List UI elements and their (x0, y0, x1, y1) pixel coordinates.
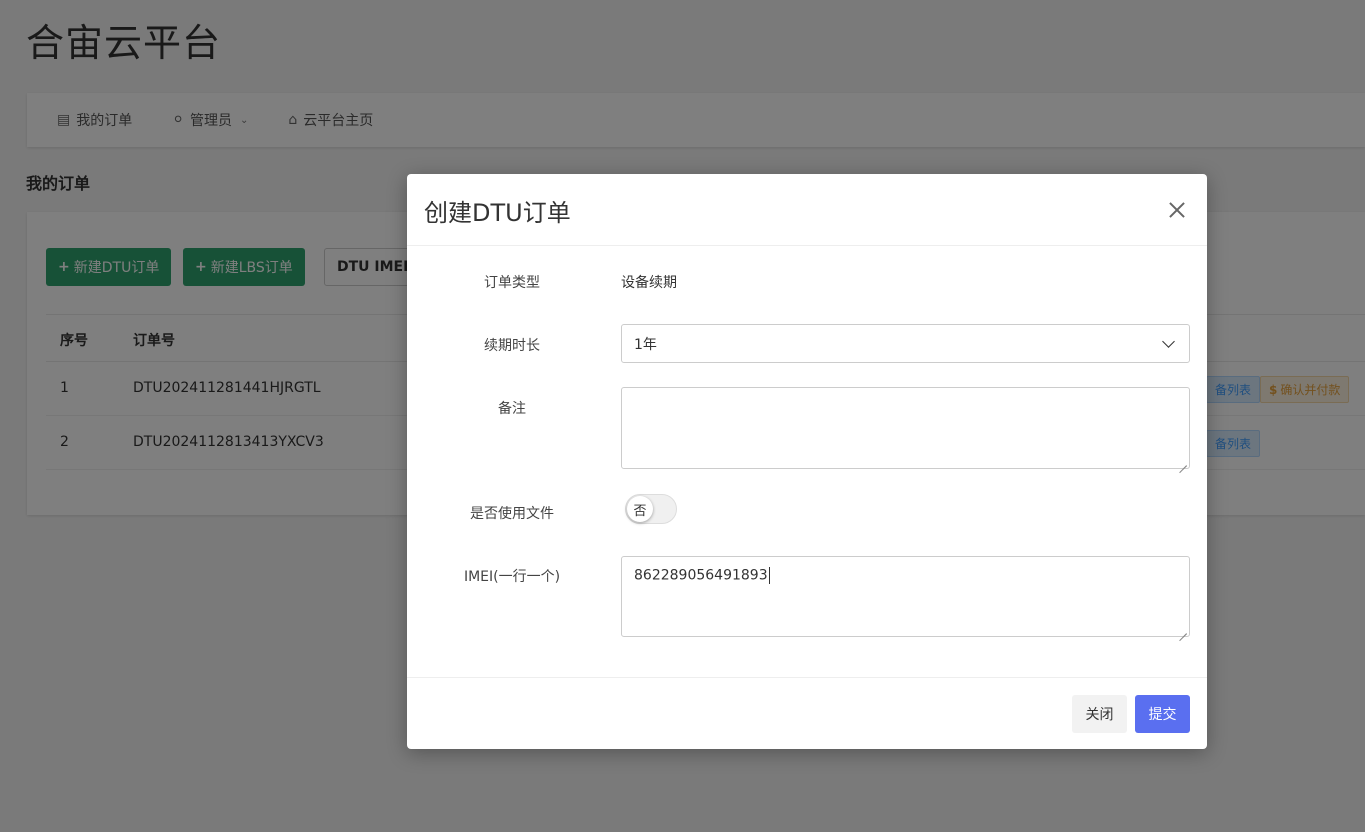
remark-label: 备注 (498, 401, 526, 417)
renew-duration-label: 续期时长 (484, 338, 540, 354)
text-cursor (768, 567, 770, 584)
chevron-down-icon (1162, 334, 1175, 348)
modal-footer: 关闭 提交 (407, 677, 1207, 749)
use-file-toggle[interactable]: 否 (625, 494, 677, 524)
use-file-label: 是否使用文件 (470, 506, 554, 522)
modal-header: 创建DTU订单 (407, 174, 1207, 246)
submit-button[interactable]: 提交 (1135, 695, 1190, 733)
create-dtu-order-modal: 创建DTU订单 订单类型 设备续期 续期时长 1年 备注 是否使用文件 否 IM… (407, 174, 1207, 749)
imei-label: IMEI(一行一个) (463, 569, 561, 585)
imei-textarea[interactable]: 862289056491893 (621, 556, 1190, 637)
close-icon[interactable] (1163, 196, 1191, 224)
order-type-label: 订单类型 (484, 275, 540, 291)
remark-textarea[interactable] (621, 387, 1190, 469)
resize-handle-icon[interactable] (1179, 458, 1187, 466)
renew-duration-select[interactable]: 1年 (621, 324, 1190, 363)
resize-handle-icon[interactable] (1179, 626, 1187, 634)
imei-value: 862289056491893 (634, 567, 768, 584)
selected-value: 1年 (634, 336, 657, 353)
order-type-value: 设备续期 (621, 275, 677, 291)
close-button[interactable]: 关闭 (1072, 695, 1127, 733)
toggle-knob: 否 (627, 496, 653, 522)
modal-title: 创建DTU订单 (424, 199, 571, 227)
